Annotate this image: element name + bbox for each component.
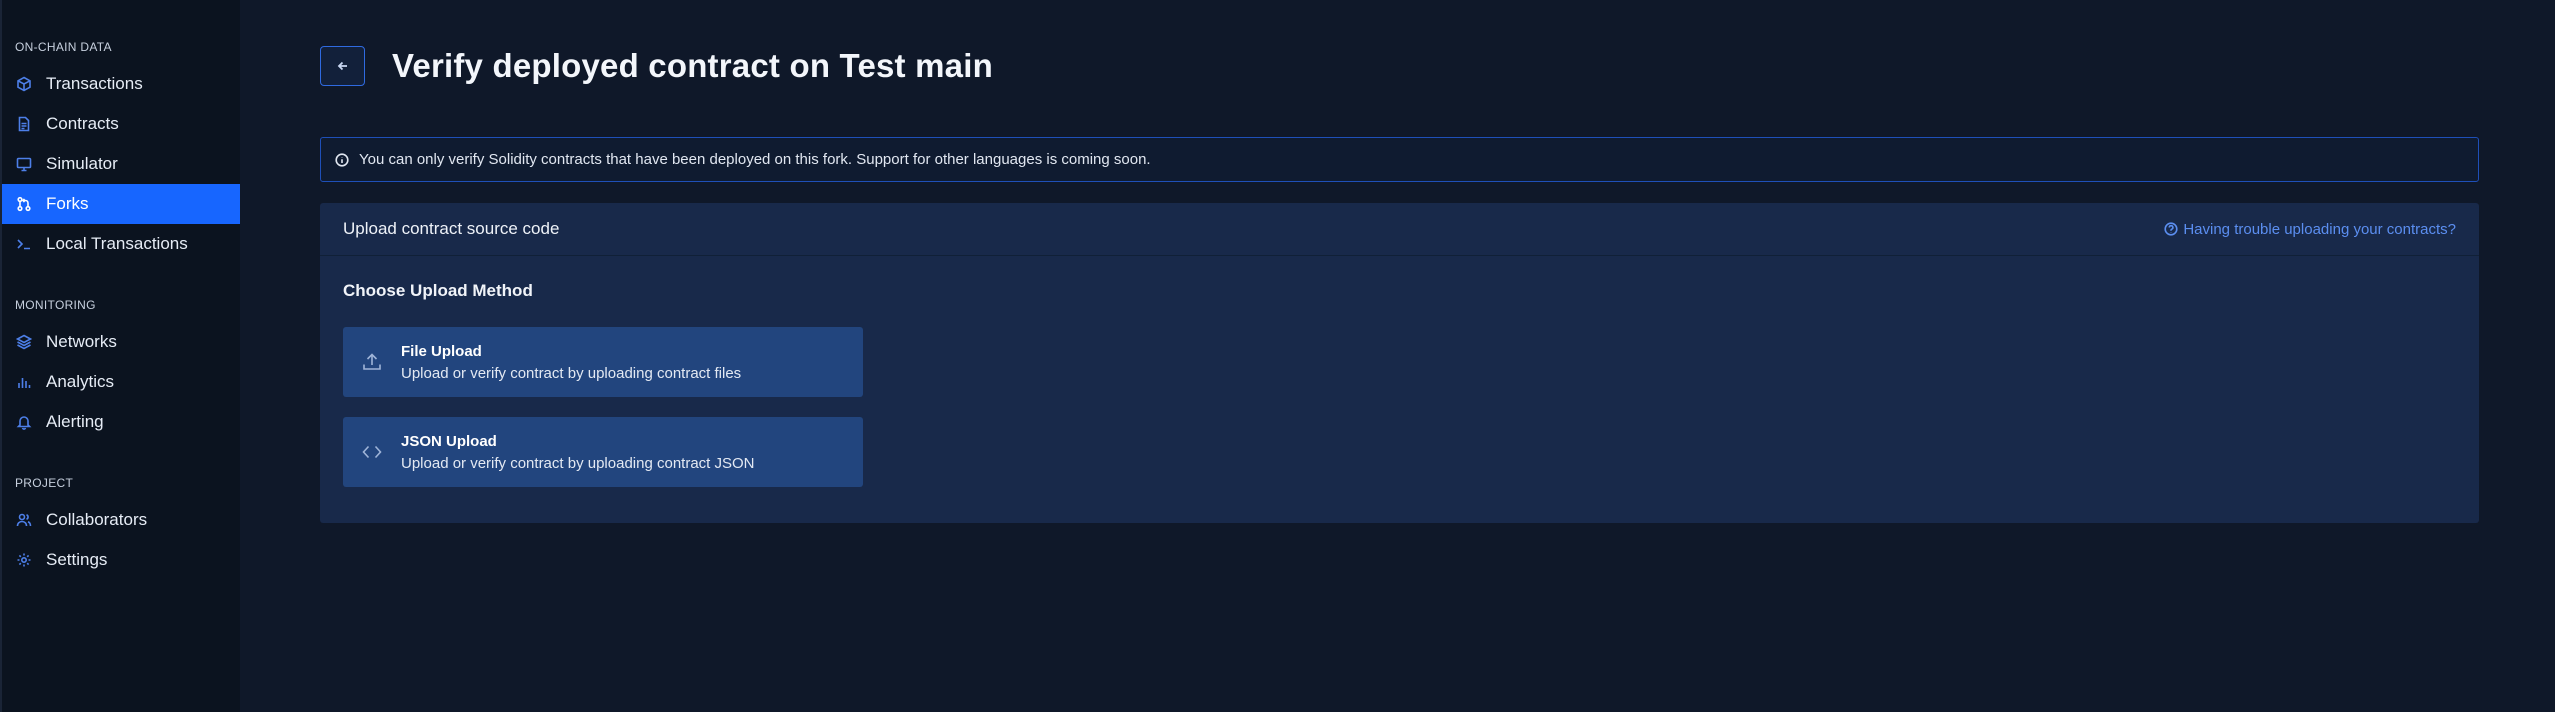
sidebar-item-label: Settings xyxy=(46,550,108,569)
sidebar-item-label: Contracts xyxy=(46,114,119,133)
json-upload-title: JSON Upload xyxy=(401,432,497,450)
upload-method-title: Choose Upload Method xyxy=(343,281,533,300)
section-label-monitoring: MONITORING xyxy=(15,298,96,312)
file-upload-option[interactable]: File Upload Upload or verify contract by… xyxy=(343,327,863,397)
sidebar-item-alerting[interactable]: Alerting xyxy=(2,402,240,442)
sidebar-item-label: Analytics xyxy=(46,372,115,391)
sidebar-item-label: Alerting xyxy=(46,412,104,431)
sidebar-item-transactions[interactable]: Transactions xyxy=(2,64,240,104)
page-header: Verify deployed contract on Test main xyxy=(320,46,993,86)
gear-icon xyxy=(16,552,32,568)
sidebar-item-simulator[interactable]: Simulator xyxy=(2,144,240,184)
sidebar-item-analytics[interactable]: Analytics xyxy=(2,362,240,402)
help-link-label[interactable]: Having trouble uploading your contracts? xyxy=(2183,221,2456,238)
upload-card: Upload contract source code Having troub… xyxy=(320,203,2479,523)
sidebar-item-forks[interactable]: Forks xyxy=(2,184,240,224)
code-icon xyxy=(343,441,401,463)
sidebar-item-label: Collaborators xyxy=(46,510,148,529)
question-circle-icon xyxy=(2164,222,2178,236)
sidebar: ON-CHAIN DATA Transactions Contracts Sim… xyxy=(0,0,240,712)
monitor-icon xyxy=(16,156,32,172)
sidebar-item-label: Simulator xyxy=(46,154,118,173)
layers-icon xyxy=(16,334,32,350)
sidebar-item-contracts[interactable]: Contracts xyxy=(2,104,240,144)
sidebar-item-settings[interactable]: Settings xyxy=(2,540,240,580)
users-icon xyxy=(16,512,32,528)
section-label-project: PROJECT xyxy=(15,476,74,490)
section-label-on-chain-data: ON-CHAIN DATA xyxy=(15,40,112,54)
fork-icon xyxy=(16,196,32,212)
bar-chart-icon xyxy=(16,374,32,390)
cube-icon xyxy=(16,76,32,92)
sidebar-item-label: Forks xyxy=(46,194,89,213)
sidebar-item-local-transactions[interactable]: Local Transactions xyxy=(2,224,240,264)
card-header: Upload contract source code Having troub… xyxy=(320,203,2479,256)
file-upload-description: Upload or verify contract by uploading c… xyxy=(401,364,742,382)
card-title: Upload contract source code xyxy=(343,219,560,238)
bell-icon xyxy=(16,414,32,430)
file-upload-title: File Upload xyxy=(401,342,482,360)
sidebar-item-collaborators[interactable]: Collaborators xyxy=(2,500,240,540)
info-banner-text: You can only verify Solidity contracts t… xyxy=(359,151,1151,168)
back-button[interactable] xyxy=(320,46,365,86)
upload-icon xyxy=(343,351,401,373)
sidebar-item-label: Transactions xyxy=(46,74,143,93)
terminal-icon xyxy=(16,236,32,252)
sidebar-item-label: Networks xyxy=(46,332,117,351)
sidebar-item-networks[interactable]: Networks xyxy=(2,322,240,362)
help-link[interactable]: Having trouble uploading your contracts? xyxy=(2164,221,2456,238)
document-icon xyxy=(16,116,32,132)
arrow-left-icon xyxy=(337,61,347,71)
info-banner: You can only verify Solidity contracts t… xyxy=(320,137,2479,182)
info-icon xyxy=(335,152,359,167)
sidebar-item-label: Local Transactions xyxy=(46,234,188,253)
json-upload-option[interactable]: JSON Upload Upload or verify contract by… xyxy=(343,417,863,487)
json-upload-description: Upload or verify contract by uploading c… xyxy=(401,454,755,472)
page-title: Verify deployed contract on Test main xyxy=(392,47,993,84)
